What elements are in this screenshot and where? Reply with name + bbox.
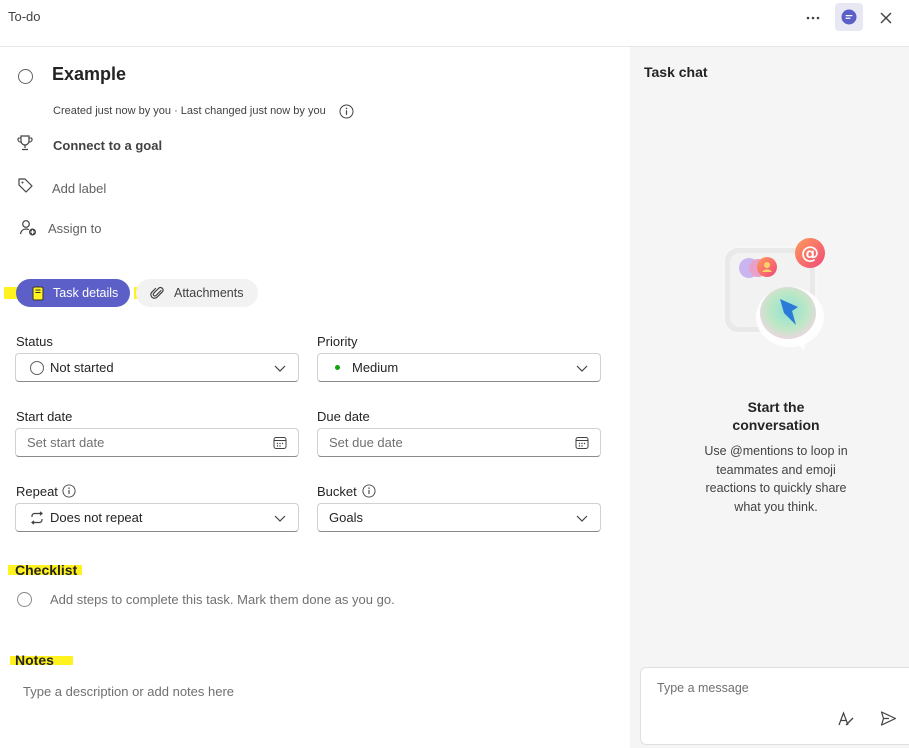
info-icon bbox=[339, 104, 354, 119]
more-options-button[interactable] bbox=[799, 5, 827, 31]
status-value: Not started bbox=[50, 360, 114, 375]
info-icon bbox=[62, 484, 76, 498]
more-icon bbox=[806, 16, 820, 20]
chevron-down-icon bbox=[274, 515, 286, 522]
tag-icon bbox=[18, 178, 33, 193]
chat-empty-title: Start the conversation bbox=[630, 398, 909, 434]
tab-label: Attachments bbox=[174, 286, 244, 300]
checklist-title: Checklist bbox=[15, 562, 78, 578]
message-input[interactable] bbox=[655, 680, 839, 696]
format-icon bbox=[838, 711, 854, 726]
priority-value: Medium bbox=[352, 360, 399, 375]
repeat-value: Does not repeat bbox=[50, 510, 143, 525]
chat-title-line2: conversation bbox=[732, 417, 820, 433]
chevron-down-icon bbox=[576, 365, 588, 372]
notes-title: Notes bbox=[15, 652, 54, 668]
checklist-item-radio[interactable] bbox=[17, 592, 32, 607]
message-compose-box[interactable] bbox=[640, 667, 909, 745]
bucket-label: Bucket bbox=[317, 484, 357, 499]
bucket-value: Goals bbox=[329, 510, 363, 525]
repeat-icon bbox=[31, 510, 43, 525]
chat-empty-description: Use @mentions to loop in teammates and e… bbox=[704, 444, 848, 514]
repeat-label: Repeat bbox=[16, 484, 58, 499]
repeat-info-button[interactable] bbox=[62, 484, 76, 503]
close-icon bbox=[880, 12, 892, 24]
priority-dot-icon bbox=[335, 365, 340, 370]
send-icon bbox=[880, 711, 897, 726]
due-date-field[interactable]: Set due date bbox=[317, 428, 601, 457]
status-circle-icon bbox=[30, 360, 44, 375]
task-title[interactable]: Example bbox=[52, 64, 126, 85]
chat-heading: Task chat bbox=[644, 64, 708, 80]
start-date-placeholder: Set start date bbox=[27, 435, 105, 450]
bucket-dropdown[interactable]: Goals bbox=[317, 503, 601, 532]
due-date-placeholder: Set due date bbox=[329, 435, 403, 450]
due-date-label: Due date bbox=[317, 409, 370, 424]
app-title: To-do bbox=[8, 9, 41, 24]
svg-text:@: @ bbox=[801, 243, 819, 264]
bucket-info-button[interactable] bbox=[362, 484, 376, 503]
task-complete-radio[interactable] bbox=[18, 69, 33, 84]
assign-row[interactable] bbox=[19, 219, 38, 242]
chevron-down-icon bbox=[576, 515, 588, 522]
assign-to-button[interactable]: Assign to bbox=[48, 221, 101, 236]
tab-attachments[interactable]: Attachments bbox=[136, 279, 258, 307]
chat-title-line1: Start the bbox=[747, 399, 805, 415]
person-add-icon bbox=[19, 220, 36, 236]
chat-toggle-button[interactable] bbox=[835, 3, 863, 31]
priority-label: Priority bbox=[317, 334, 358, 349]
repeat-dropdown[interactable]: Does not repeat bbox=[15, 503, 299, 532]
chat-icon bbox=[841, 9, 857, 25]
status-dropdown[interactable]: Not started bbox=[15, 353, 299, 382]
calendar-icon[interactable] bbox=[273, 436, 287, 450]
notes-input[interactable]: Type a description or add notes here bbox=[23, 684, 234, 699]
chevron-down-icon bbox=[274, 365, 286, 372]
priority-dropdown[interactable]: Medium bbox=[317, 353, 601, 382]
paperclip-icon bbox=[150, 286, 164, 299]
title-bar: To-do bbox=[0, 0, 909, 47]
add-label-button[interactable]: Add label bbox=[52, 181, 106, 196]
info-icon bbox=[362, 484, 376, 498]
tab-task-details[interactable]: Task details bbox=[16, 279, 130, 307]
checklist-input[interactable]: Add steps to complete this task. Mark th… bbox=[50, 592, 395, 607]
status-label: Status bbox=[16, 334, 53, 349]
start-date-label: Start date bbox=[16, 409, 73, 424]
start-date-field[interactable]: Set start date bbox=[15, 428, 299, 457]
goal-link[interactable]: Connect to a goal bbox=[53, 138, 162, 153]
notebook-icon bbox=[32, 286, 44, 300]
calendar-icon[interactable] bbox=[575, 436, 589, 450]
format-button[interactable] bbox=[837, 710, 855, 733]
trophy-icon bbox=[17, 135, 33, 151]
task-chat-pane: Task chat @ Start the conversation Use @… bbox=[630, 47, 909, 748]
close-button[interactable] bbox=[872, 5, 900, 31]
task-meta: Created just now by you · Last changed j… bbox=[53, 105, 326, 117]
label-row[interactable] bbox=[17, 177, 34, 199]
chat-illustration: @ bbox=[723, 238, 825, 351]
goal-row[interactable] bbox=[16, 134, 34, 157]
meta-info-button[interactable] bbox=[339, 104, 354, 124]
send-button[interactable] bbox=[880, 710, 897, 732]
tab-label: Task details bbox=[53, 286, 119, 300]
